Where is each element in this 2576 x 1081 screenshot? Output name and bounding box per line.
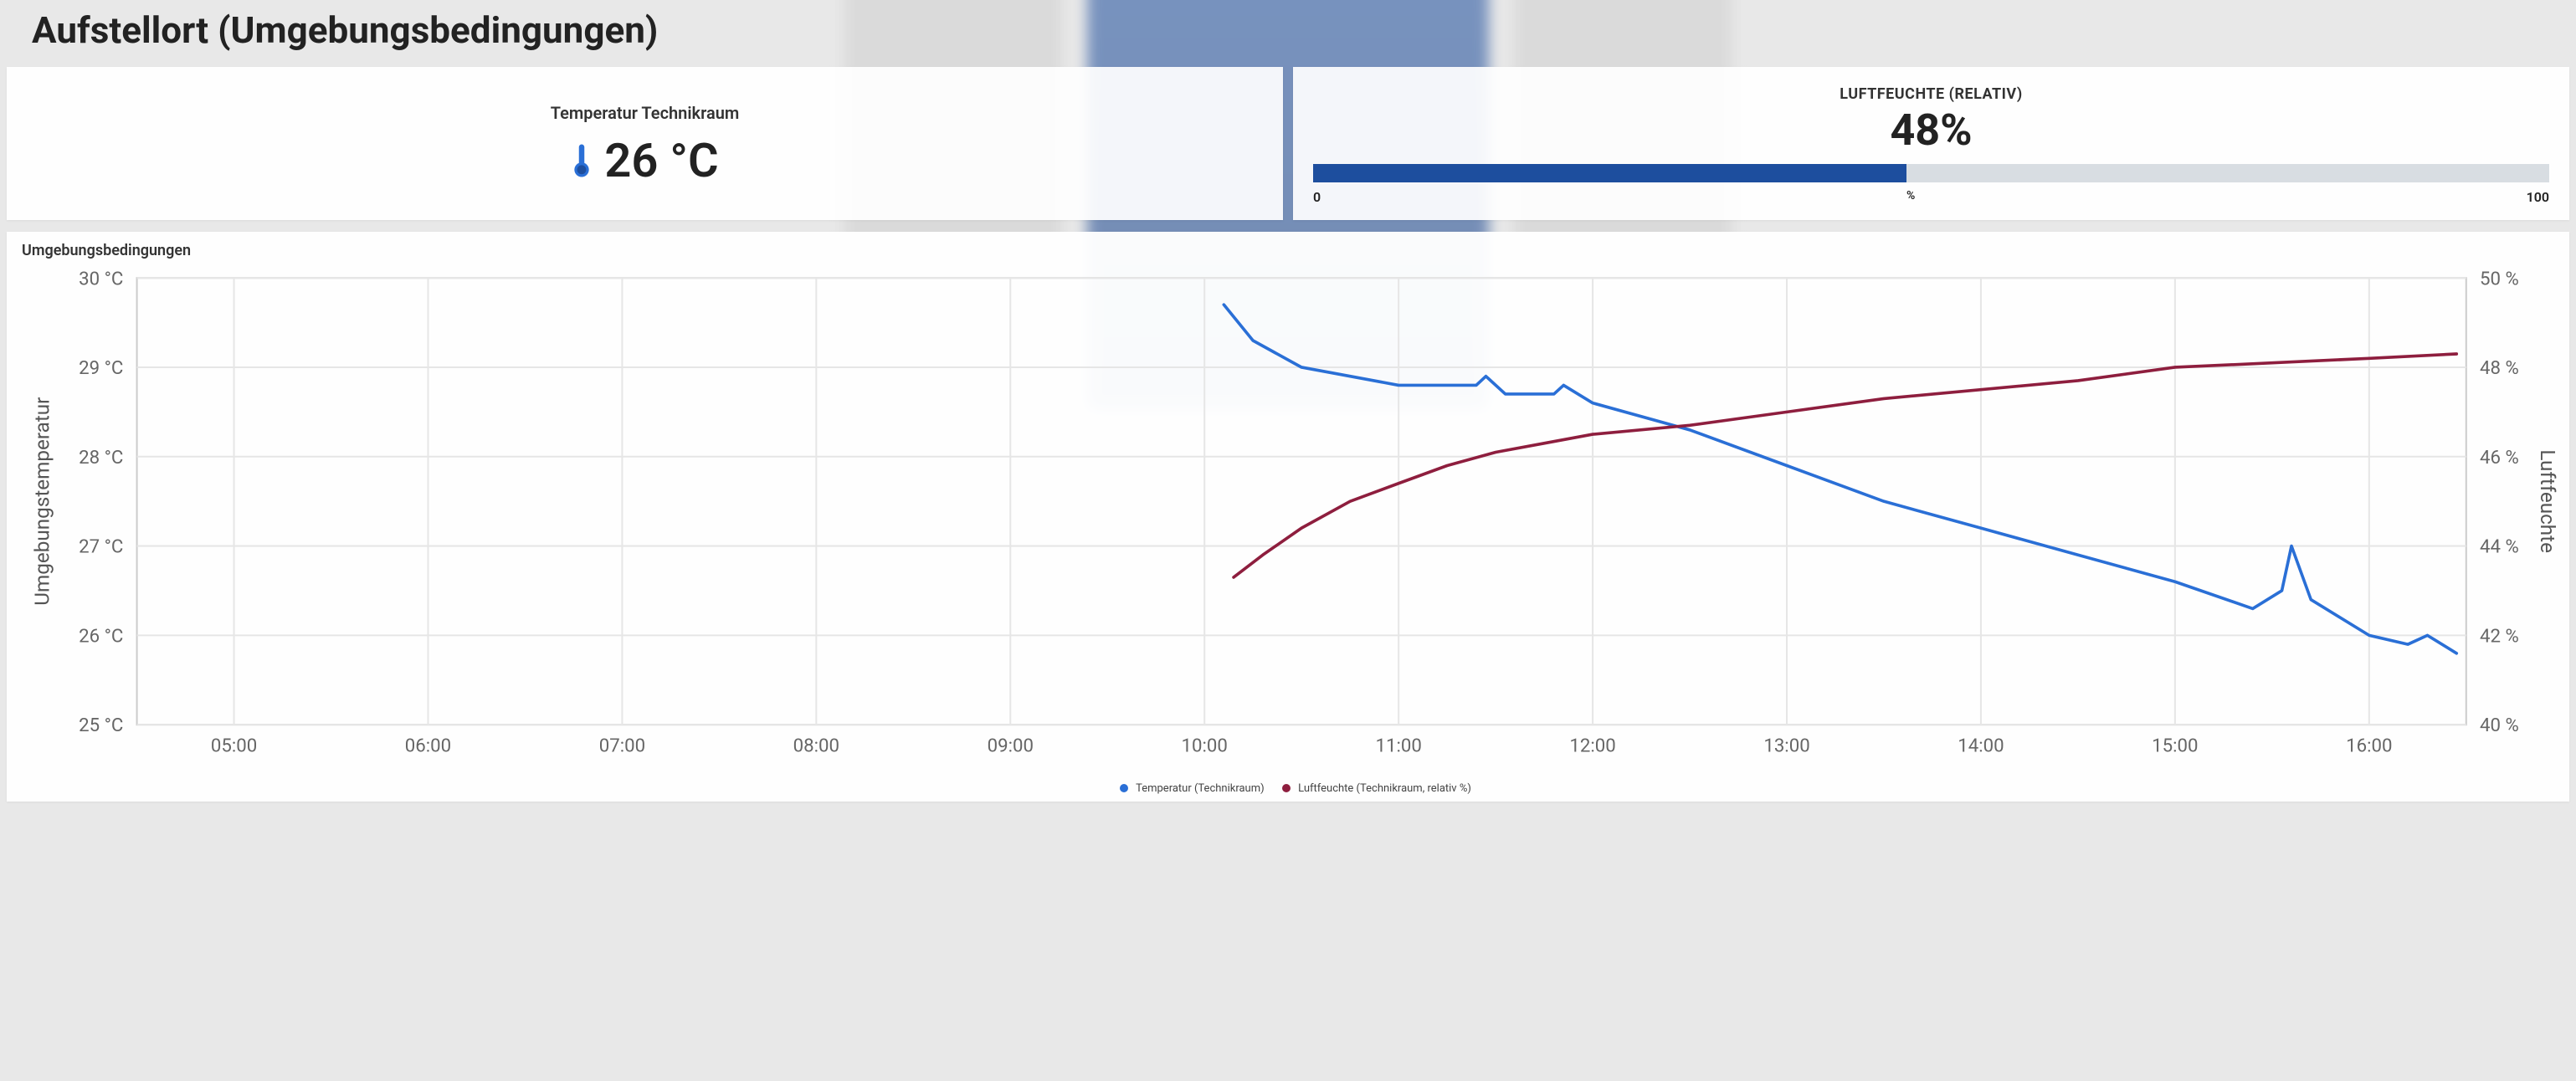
svg-text:15:00: 15:00 bbox=[2152, 735, 2198, 757]
svg-text:50 %: 50 % bbox=[2480, 268, 2519, 289]
humidity-bar-fill bbox=[1313, 164, 1906, 182]
humidity-bar-min: 0 bbox=[1313, 189, 1321, 205]
svg-text:05:00: 05:00 bbox=[211, 735, 257, 757]
svg-text:11:00: 11:00 bbox=[1375, 735, 1421, 757]
humidity-bar-unit: % bbox=[1906, 189, 1915, 202]
svg-text:08:00: 08:00 bbox=[793, 735, 839, 757]
chart-panel: Umgebungsbedingungen 05:00 06:00 07:00 08:0… bbox=[7, 232, 2569, 802]
humidity-bar: 0 % 100 bbox=[1313, 164, 2549, 205]
temperature-label: Temperatur Technikraum bbox=[551, 103, 739, 123]
svg-text:28 °C: 28 °C bbox=[79, 447, 123, 469]
svg-text:14:00: 14:00 bbox=[1958, 735, 2004, 757]
svg-text:46 %: 46 % bbox=[2480, 447, 2519, 469]
svg-text:06:00: 06:00 bbox=[405, 735, 451, 757]
thermometer-icon bbox=[571, 142, 593, 179]
environment-chart[interactable]: 05:00 06:00 07:00 08:00 09:00 10:00 11:00 12:00… bbox=[18, 264, 2558, 772]
svg-text:13:00: 13:00 bbox=[1763, 735, 1809, 757]
svg-text:42 %: 42 % bbox=[2480, 625, 2519, 647]
legend-label-temp: Temperatur (Technikraum) bbox=[1136, 782, 1265, 795]
svg-text:26 °C: 26 °C bbox=[79, 625, 123, 647]
chart-legend: Temperatur (Technikraum) Luftfeuchte (Te… bbox=[18, 776, 2558, 798]
svg-text:30 °C: 30 °C bbox=[79, 268, 123, 289]
svg-text:44 %: 44 % bbox=[2480, 536, 2519, 558]
temperature-panel: Temperatur Technikraum 26 °C bbox=[7, 67, 1283, 220]
svg-text:48 %: 48 % bbox=[2480, 357, 2519, 379]
humidity-bar-max: 100 bbox=[2527, 189, 2549, 205]
svg-text:16:00: 16:00 bbox=[2346, 735, 2392, 757]
legend-dot-hum bbox=[1282, 784, 1291, 792]
chart-holder[interactable]: 05:00 06:00 07:00 08:00 09:00 10:00 11:00 12:00… bbox=[18, 264, 2558, 776]
svg-text:12:00: 12:00 bbox=[1569, 735, 1615, 757]
legend-dot-temp bbox=[1120, 784, 1128, 792]
humidity-title: LUFTFEUCHTE (RELATIV) bbox=[1840, 85, 2022, 103]
humidity-panel: LUFTFEUCHTE (RELATIV) 48% 0 % 100 bbox=[1293, 67, 2569, 220]
svg-text:29 °C: 29 °C bbox=[79, 357, 123, 379]
summary-panels: Temperatur Technikraum 26 °C LUFTFEUCHTE… bbox=[7, 67, 2569, 220]
svg-text:40 %: 40 % bbox=[2480, 715, 2519, 736]
svg-text:10:00: 10:00 bbox=[1182, 735, 1228, 757]
svg-text:09:00: 09:00 bbox=[988, 735, 1034, 757]
svg-text:25 °C: 25 °C bbox=[79, 715, 123, 736]
svg-text:07:00: 07:00 bbox=[599, 735, 645, 757]
chart-title: Umgebungsbedingungen bbox=[22, 242, 2558, 259]
page-title: Aufstellort (Umgebungsbedingungen) bbox=[32, 8, 2569, 52]
svg-text:27 °C: 27 °C bbox=[79, 536, 123, 558]
svg-text:Luftfeuchte: Luftfeuchte bbox=[2536, 449, 2558, 553]
svg-text:Umgebungstemperatur: Umgebungstemperatur bbox=[29, 397, 54, 606]
legend-label-hum: Luftfeuchte (Technikraum, relativ %) bbox=[1298, 782, 1471, 795]
temperature-value: 26 °C bbox=[604, 133, 718, 188]
humidity-value: 48% bbox=[1890, 105, 1972, 156]
